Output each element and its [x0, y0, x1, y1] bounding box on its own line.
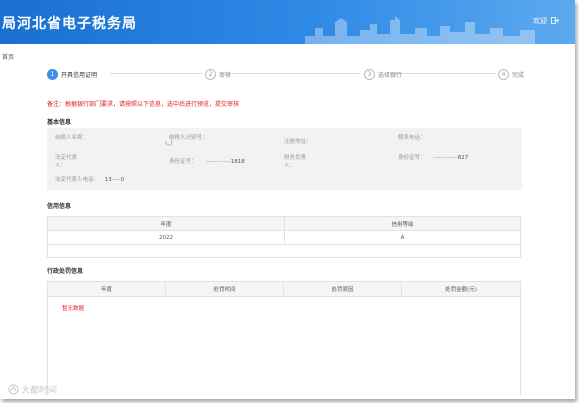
notice-text: 备注：根据银行部门要求，请按照以下信息，选中后进行预览，提交审核 — [47, 101, 240, 108]
legal-rep-phone-label: 法定代表人电话： — [55, 177, 100, 183]
phone-field: 联系电话： — [398, 134, 428, 142]
step-4-label: 完成 — [512, 71, 525, 79]
column-header: 年度 — [47, 216, 285, 231]
step-connector — [390, 73, 496, 74]
penalty-table-body — [47, 296, 521, 396]
taxpayer-id-label: 纳税人识别号： — [169, 135, 208, 141]
credit-table-footer — [47, 244, 521, 258]
step-1: 1 开具信用证明 — [47, 68, 97, 80]
app-window: 局河北省电子税务局 欢迎 首页 1 开具信用证明 2 审核 3 选择银行 4 完… — [0, 0, 575, 399]
legal-rep-id-label: 身份证号： — [169, 159, 197, 165]
step-connector — [227, 73, 361, 74]
finance-id-value: ··············827 — [433, 155, 469, 161]
basic-info-panel: 纳税人名称： 纳税人识别号： 注册地址： 联系电话： 法定代表人： 身份证号： … — [47, 128, 522, 190]
legal-rep-phone-value: 13·····0 — [104, 177, 125, 183]
penalty-table: 年度 处罚时间 处罚原因 处罚金额(元) — [47, 281, 521, 297]
finance-id-field: 身份证号： ··············827 — [398, 154, 508, 162]
finance-id-label: 身份证号： — [398, 155, 426, 161]
table-header-row: 年度 处罚时间 处罚原因 处罚金额(元) — [47, 281, 521, 297]
taxpayer-name-label: 纳税人名称： — [55, 135, 89, 141]
step-3-number: 3 — [364, 68, 375, 80]
finance-head-label: 财务负责人： — [284, 155, 307, 169]
app-header: 局河北省电子税务局 欢迎 — [0, 0, 575, 44]
step-3-label: 选择银行 — [378, 71, 403, 79]
step-1-label: 开具信用证明 — [61, 71, 98, 79]
phone-label: 联系电话： — [398, 135, 426, 141]
step-3: 3 选择银行 — [364, 68, 402, 80]
logout-icon[interactable] — [551, 17, 559, 24]
watermark: 大都时间 — [8, 383, 57, 396]
column-header: 处罚金额(元) — [401, 281, 521, 297]
empty-state-text: 暂无数据 — [62, 306, 85, 312]
column-header: 处罚时间 — [165, 281, 284, 297]
credit-table: 年度 信用等级 2022 A — [47, 216, 521, 245]
step-progress: 1 开具信用证明 2 审核 3 选择银行 4 完成 — [47, 68, 527, 82]
column-header: 处罚原因 — [283, 281, 402, 297]
basic-info-title: 基本信息 — [47, 119, 72, 126]
app-title: 局河北省电子税务局 — [2, 16, 137, 32]
step-4-number: 4 — [498, 68, 509, 80]
loading-spinner-icon — [165, 138, 173, 146]
legal-rep-id-field: 身份证号： ··············1818 — [169, 158, 245, 166]
table-header-row: 年度 信用等级 — [47, 216, 521, 231]
user-greeting[interactable]: 欢迎 — [533, 16, 547, 26]
finance-head-field: 财务负责人： — [284, 154, 316, 170]
legal-rep-label: 法定代表人： — [55, 155, 78, 169]
breadcrumb[interactable]: 首页 — [2, 52, 14, 61]
step-4: 4 完成 — [498, 68, 524, 80]
watermark-text: 大都时间 — [21, 386, 58, 396]
taxpayer-name-field: 纳税人名称： — [55, 134, 89, 142]
legal-rep-field: 法定代表人： — [55, 154, 85, 170]
step-2-label: 审核 — [219, 71, 232, 79]
table-row: 2022 A — [47, 230, 521, 245]
column-header: 年度 — [47, 281, 166, 297]
watermark-logo-icon — [8, 384, 19, 395]
penalty-info-title: 行政处罚信息 — [47, 268, 84, 275]
step-2: 2 审核 — [205, 68, 231, 80]
column-header: 信用等级 — [284, 216, 521, 231]
step-1-number: 1 — [47, 68, 58, 80]
step-2-number: 2 — [205, 68, 216, 80]
table-cell: 2022 — [47, 230, 285, 245]
reg-address-field: 注册地址： — [284, 138, 312, 146]
city-skyline-decoration — [305, 16, 535, 44]
taxpayer-id-field: 纳税人识别号： — [169, 134, 209, 142]
credit-info-title: 信用信息 — [47, 203, 72, 210]
reg-address-label: 注册地址： — [284, 139, 312, 145]
legal-rep-id-value: ··············1818 — [206, 159, 245, 165]
step-connector — [110, 73, 202, 74]
legal-rep-phone-field: 法定代表人电话： 13·····0 — [55, 176, 255, 184]
table-cell: A — [284, 230, 521, 245]
